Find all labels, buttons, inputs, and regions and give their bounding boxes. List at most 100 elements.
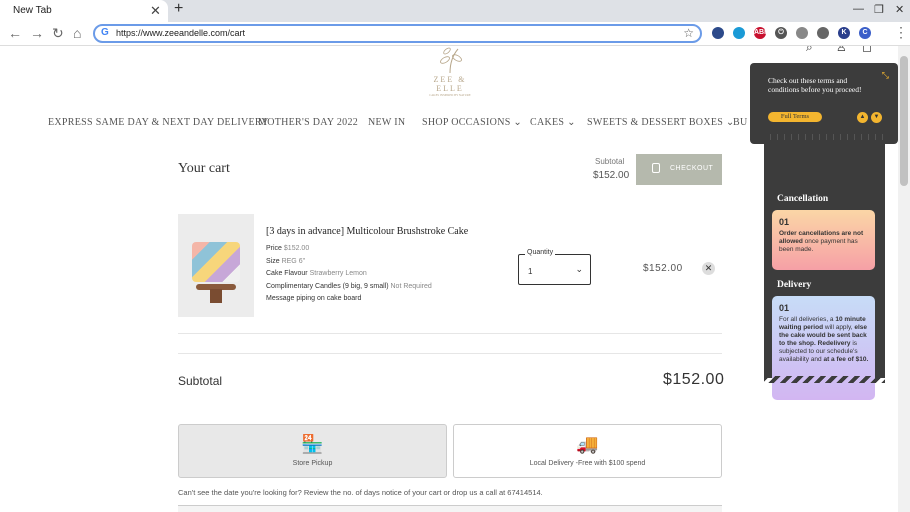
- store-pickup-option[interactable]: 🏪 Store Pickup: [178, 424, 447, 478]
- shield-ext-icon[interactable]: [712, 27, 724, 39]
- product-candles: Complimentary Candles (9 big, 9 small) N…: [266, 283, 432, 290]
- account-icon[interactable]: ♙: [836, 46, 847, 54]
- section-title-cancellation: Cancellation: [777, 194, 829, 204]
- nav-item-mothers-day[interactable]: MOTHER'S DAY 2022: [258, 117, 358, 128]
- quantity-value: 1: [528, 267, 533, 276]
- leaf-logo-icon: [440, 47, 462, 74]
- size-value: REG 6": [281, 258, 306, 265]
- flavour-value: Strawberry Lemon: [309, 270, 367, 277]
- reload-icon[interactable]: ↻: [52, 25, 64, 42]
- product-flavour: Cake Flavour Strawberry Lemon: [266, 270, 367, 277]
- local-delivery-label: Local Delivery -Free with $100 spend: [529, 460, 646, 467]
- nav-item-sweets[interactable]: SWEETS & DESSERT BOXES ⌄: [587, 117, 735, 128]
- term-text-part: will apply,: [823, 324, 855, 331]
- restore-icon[interactable]: ❐: [874, 3, 884, 16]
- card-number: 01: [779, 303, 790, 313]
- cancellation-card: 01 Order cancellations are not allowed o…: [772, 210, 875, 270]
- product-name[interactable]: [3 days in advance] Multicolour Brushstr…: [266, 226, 468, 237]
- size-label: Size: [266, 258, 280, 265]
- k-ext-icon[interactable]: K: [838, 27, 850, 39]
- line-total: $152.00: [643, 263, 683, 274]
- nav-item-new-in[interactable]: NEW IN: [368, 117, 405, 128]
- tab-title: New Tab: [13, 5, 52, 16]
- price-value: $152.00: [283, 245, 310, 252]
- quantity-select[interactable]: Quantity 1 ⌄: [518, 249, 591, 285]
- local-delivery-option[interactable]: 🚚 Local Delivery -Free with $100 spend: [453, 424, 722, 478]
- checkout-button[interactable]: CHECKOUT: [636, 154, 722, 185]
- c-ext-icon[interactable]: C: [859, 27, 871, 39]
- tab-strip: New Tab ✕ + — ❐ ✕: [0, 0, 910, 22]
- abp-ext-icon[interactable]: ABP: [754, 27, 769, 39]
- tab-new-tab[interactable]: New Tab ✕: [0, 0, 168, 22]
- brand-logo[interactable]: ZEE & ELLE CAKES INSPIRED BY NATURE: [418, 46, 482, 100]
- copy-ext-icon[interactable]: [796, 27, 808, 39]
- divider: [178, 333, 722, 334]
- menu-icon[interactable]: ⋮: [894, 24, 908, 41]
- chevron-down-icon[interactable]: ▼: [871, 112, 882, 123]
- nav-item-shop-occasions[interactable]: SHOP OCCASIONS ⌄: [422, 117, 522, 128]
- delivery-card: 01 For all deliveries, a 10 minute waiti…: [772, 296, 875, 400]
- heart-ext-icon[interactable]: [733, 27, 745, 39]
- flavour-label: Cake Flavour: [266, 270, 308, 277]
- product-message: Message piping on cake board: [266, 295, 362, 302]
- minimize-icon[interactable]: —: [853, 3, 864, 15]
- url-field[interactable]: G https://www.zeeandelle.com/cart ☆: [93, 24, 702, 43]
- window-close-icon[interactable]: ✕: [895, 3, 904, 16]
- subtotal-label: Subtotal: [178, 374, 223, 388]
- cancellation-text: Order cancellations are not allowed once…: [779, 230, 863, 253]
- terms-panel-text: Check out these terms and conditions bef…: [768, 76, 862, 94]
- full-terms-button[interactable]: Full Terms: [768, 112, 822, 122]
- scrollbar-thumb[interactable]: [900, 56, 908, 186]
- ribbon-edge: [764, 134, 885, 140]
- bookmark-star-icon[interactable]: ☆: [683, 26, 694, 40]
- date-picker-box[interactable]: [178, 505, 722, 512]
- nav-item-cakes[interactable]: CAKES ⌄: [530, 117, 576, 128]
- forward-icon[interactable]: →: [30, 25, 44, 41]
- power-ext-icon[interactable]: ⏻: [775, 27, 787, 39]
- chevron-up-icon[interactable]: ▲: [857, 112, 868, 123]
- term-text-part: Redelivery: [817, 340, 851, 347]
- terms-ribbon: Cancellation 01 Order cancellations are …: [764, 134, 885, 400]
- store-icon: 🏪: [301, 434, 324, 454]
- checkout-label: CHECKOUT: [670, 165, 714, 172]
- candles-label: Complimentary Candles (9 big, 9 small): [266, 283, 389, 290]
- nav-item-express[interactable]: EXPRESS SAME DAY & NEXT DAY DELIVERY: [48, 117, 269, 128]
- product-image[interactable]: [178, 214, 254, 317]
- product-size: Size REG 6": [266, 258, 305, 265]
- price-label: Price: [266, 245, 282, 252]
- nav-item-bu[interactable]: BU: [733, 117, 748, 128]
- delivery-text: For all deliveries, a 10 minute waiting …: [779, 316, 868, 363]
- camera-ext-icon[interactable]: [817, 27, 829, 39]
- google-icon: G: [101, 27, 109, 38]
- nav-label: SWEETS & DESSERT BOXES: [587, 117, 724, 128]
- term-text-part: at a fee of $10.: [823, 356, 869, 363]
- back-icon[interactable]: ←: [8, 25, 22, 41]
- home-icon[interactable]: ⌂: [73, 25, 81, 41]
- url-text: https://www.zeeandelle.com/cart: [116, 28, 246, 38]
- section-title-delivery: Delivery: [777, 280, 812, 290]
- remove-item-icon[interactable]: ✕: [702, 262, 715, 275]
- expand-icon[interactable]: ⤡: [882, 70, 889, 81]
- product-price: Price $152.00: [266, 245, 309, 252]
- terms-panel: Check out these terms and conditions bef…: [750, 63, 898, 144]
- candles-value: Not Required: [390, 283, 432, 290]
- brand-tagline: CAKES INSPIRED BY NATURE: [429, 93, 471, 97]
- address-toolbar: ← → ↻ ⌂ G https://www.zeeandelle.com/car…: [0, 22, 910, 46]
- new-tab-button[interactable]: +: [174, 0, 183, 18]
- truck-icon: 🚚: [576, 434, 599, 454]
- page-title: Your cart: [178, 161, 230, 176]
- store-pickup-label: Store Pickup: [292, 460, 333, 467]
- delivery-note: Can't see the date you're looking for? R…: [178, 488, 543, 497]
- nav-label: CAKES: [530, 117, 565, 128]
- quantity-label: Quantity: [525, 249, 556, 256]
- page-scrollbar[interactable]: [898, 46, 910, 512]
- cake-stand-foot: [210, 289, 222, 303]
- brand-name: ZEE & ELLE: [433, 75, 467, 93]
- nav-label: SHOP OCCASIONS: [422, 117, 511, 128]
- subtotal-label-top: Subtotal: [595, 157, 625, 166]
- tab-close-icon[interactable]: ✕: [150, 3, 161, 19]
- term-text-part: For all deliveries, a: [779, 316, 836, 323]
- search-icon[interactable]: ⌕: [806, 46, 813, 55]
- subtotal-value-top: $152.00: [593, 170, 630, 181]
- cart-icon[interactable]: ◻: [862, 46, 872, 54]
